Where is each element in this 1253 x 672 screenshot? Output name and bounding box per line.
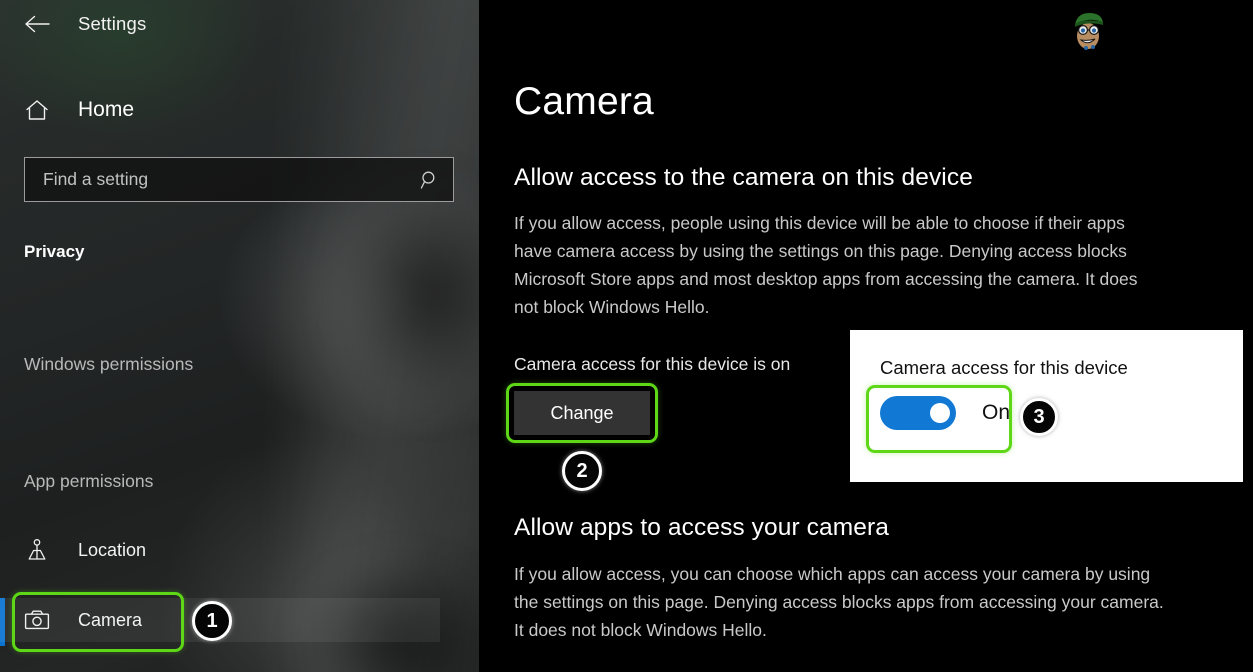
back-arrow-icon[interactable] bbox=[14, 4, 60, 44]
home-icon bbox=[14, 99, 60, 121]
device-section-heading: Allow access to the camera on this devic… bbox=[514, 164, 973, 191]
apps-section-heading: Allow apps to access your camera bbox=[514, 514, 889, 541]
sidebar-shadow-decoration bbox=[330, 180, 479, 410]
sidebar-item-label-home: Home bbox=[78, 98, 135, 121]
toggle-row: On bbox=[880, 396, 1010, 430]
page-title: Settings bbox=[78, 13, 147, 34]
device-section-description: If you allow access, people using this d… bbox=[514, 213, 1138, 317]
sidebar: Settings Home Privacy Windows permission… bbox=[0, 0, 479, 672]
popup-title: Camera access for this device bbox=[880, 357, 1128, 378]
sidebar-group-app-permissions: App permissions bbox=[24, 471, 154, 491]
title-bar: Settings bbox=[0, 0, 479, 48]
sidebar-item-home[interactable]: Home bbox=[0, 90, 440, 130]
location-icon bbox=[14, 538, 60, 562]
step-marker-2: 2 bbox=[562, 451, 602, 491]
toggle-knob bbox=[930, 403, 950, 423]
sidebar-item-location[interactable]: Location bbox=[0, 528, 440, 572]
camera-access-status-text: Camera access for this device is on bbox=[514, 354, 791, 374]
camera-icon bbox=[14, 609, 60, 631]
step-marker-3: 3 bbox=[1020, 398, 1058, 436]
sidebar-category-title: Privacy bbox=[24, 242, 85, 261]
sidebar-item-label-location: Location bbox=[78, 539, 147, 560]
toggle-state-label: On bbox=[982, 401, 1011, 424]
appuals-logo bbox=[1064, 6, 1112, 54]
content-page-title: Camera bbox=[514, 80, 654, 123]
search-input[interactable] bbox=[25, 168, 407, 191]
search-icon[interactable] bbox=[407, 170, 453, 190]
settings-window: Settings Home Privacy Windows permission… bbox=[0, 0, 1253, 672]
apps-section-description: If you allow access, you can choose whic… bbox=[514, 564, 1164, 640]
sidebar-item-label-camera: Camera bbox=[78, 609, 143, 630]
camera-access-toggle[interactable] bbox=[880, 396, 956, 430]
sidebar-group-windows-permissions: Windows permissions bbox=[24, 354, 194, 374]
search-box[interactable] bbox=[24, 157, 454, 202]
change-button[interactable]: Change bbox=[514, 391, 650, 435]
step-marker-1: 1 bbox=[192, 601, 232, 641]
